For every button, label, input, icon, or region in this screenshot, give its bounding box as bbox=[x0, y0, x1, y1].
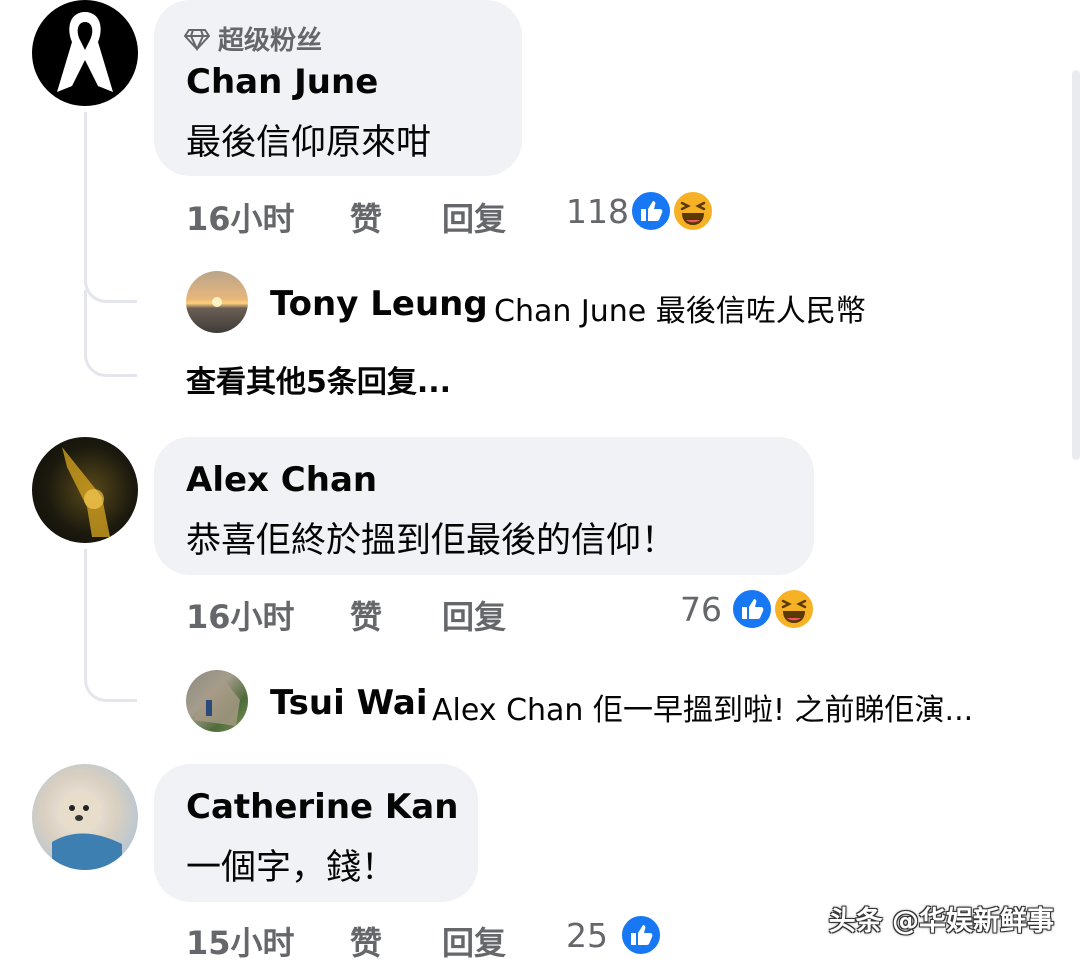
avatar[interactable] bbox=[32, 764, 138, 870]
comment-time[interactable]: 15小时 bbox=[186, 918, 295, 964]
ribbon-icon bbox=[57, 12, 113, 92]
diamond-icon bbox=[184, 28, 210, 51]
comment-author[interactable]: Alex Chan bbox=[186, 460, 377, 500]
dog-photo-icon bbox=[52, 792, 122, 870]
like-icon bbox=[630, 190, 672, 232]
thread-line bbox=[84, 112, 137, 303]
like-button[interactable]: 赞 bbox=[350, 918, 382, 964]
sunset-photo-icon bbox=[212, 297, 222, 307]
comment-time[interactable]: 16小时 bbox=[186, 194, 295, 240]
like-icon bbox=[620, 914, 662, 956]
super-fan-badge: 超级粉丝 bbox=[184, 20, 322, 57]
reply-button[interactable]: 回复 bbox=[442, 592, 506, 638]
reply-text: Chan June 最後信咗人民幣 bbox=[494, 294, 866, 329]
reply-text: Alex Chan 佢一早搵到啦! 之前睇佢演... bbox=[432, 693, 974, 728]
reaction-count[interactable]: 76 bbox=[680, 590, 722, 629]
avatar[interactable] bbox=[32, 0, 138, 106]
night-tower-photo-icon bbox=[62, 447, 110, 537]
reply-button[interactable]: 回复 bbox=[442, 194, 506, 240]
watermark: 头条 @华娱新鲜事 bbox=[828, 906, 1054, 937]
view-more-replies-link[interactable]: 查看其他5条回复... bbox=[186, 357, 451, 401]
like-icon bbox=[731, 588, 773, 630]
comment-text: 恭喜佢終於搵到佢最後的信仰！ bbox=[186, 521, 677, 561]
rock-photo-icon bbox=[194, 682, 240, 726]
comment-time[interactable]: 16小时 bbox=[186, 592, 295, 638]
haha-icon bbox=[672, 190, 714, 232]
reaction-count[interactable]: 25 bbox=[566, 916, 608, 955]
avatar[interactable] bbox=[186, 271, 248, 333]
like-button[interactable]: 赞 bbox=[350, 194, 382, 240]
like-button[interactable]: 赞 bbox=[350, 592, 382, 638]
thread-line bbox=[84, 290, 137, 377]
thread-line bbox=[84, 549, 137, 702]
reaction-count[interactable]: 118 bbox=[566, 192, 629, 231]
reply-author[interactable]: Tsui Wai bbox=[270, 683, 428, 723]
comment-author[interactable]: Catherine Kan bbox=[186, 787, 458, 827]
comment-author[interactable]: Chan June bbox=[186, 62, 378, 102]
haha-icon bbox=[773, 588, 815, 630]
comment-text: 最後信仰原來咁 bbox=[186, 123, 432, 163]
comment-text: 一個字，錢！ bbox=[186, 848, 397, 888]
badge-label: 超级粉丝 bbox=[218, 26, 323, 56]
avatar[interactable] bbox=[32, 437, 138, 543]
scrollbar[interactable] bbox=[1072, 70, 1080, 460]
reply-author[interactable]: Tony Leung bbox=[270, 284, 488, 324]
avatar[interactable] bbox=[186, 670, 248, 732]
reply-button[interactable]: 回复 bbox=[442, 918, 506, 964]
